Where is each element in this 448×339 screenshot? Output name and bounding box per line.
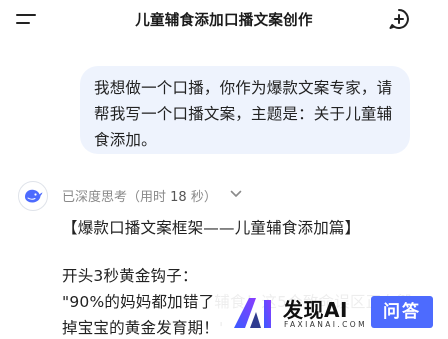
- user-message-line: 我想做一个口播，你作为爆款文案专家，请: [94, 79, 393, 97]
- watermark-subtitle: FAXIANAI.COM: [284, 320, 367, 329]
- watermark-brand: 发现AI: [283, 298, 348, 322]
- chevron-down-icon[interactable]: [230, 189, 242, 199]
- menu-icon[interactable]: [14, 10, 40, 30]
- user-message-line: 食添加。: [94, 131, 157, 149]
- menu-bar-bottom: [16, 22, 30, 24]
- user-message-bubble: 我想做一个口播，你作为爆款文案专家，请 帮我写一个口播文案，主题是：关于儿童辅 …: [80, 66, 410, 154]
- thinking-prefix: 已深度思考（用时: [62, 190, 167, 205]
- user-message-line: 帮我写一个口播文案，主题是：关于儿童辅: [94, 105, 393, 123]
- menu-bar-top: [16, 14, 36, 16]
- thinking-suffix: 秒）: [190, 190, 217, 205]
- whale-glyph: [25, 189, 43, 203]
- new-chat-glyph: [389, 9, 409, 29]
- thinking-seconds: 18: [170, 190, 187, 205]
- deepseek-whale-icon: [18, 181, 48, 211]
- response-section-title: 开头3秒黄金钩子：: [62, 267, 198, 285]
- thinking-status[interactable]: 已深度思考（用时 18 秒）: [62, 186, 217, 205]
- watermark-badge: 问答: [371, 296, 433, 328]
- page-title: 儿童辅食添加口播文案创作: [135, 13, 313, 29]
- new-chat-icon[interactable]: [388, 8, 410, 30]
- response-heading: 【爆款口播文案框架——儿童辅食添加篇】: [62, 219, 361, 237]
- app-header: 儿童辅食添加口播文案创作: [0, 0, 448, 42]
- faxianai-logo-icon: [234, 298, 271, 328]
